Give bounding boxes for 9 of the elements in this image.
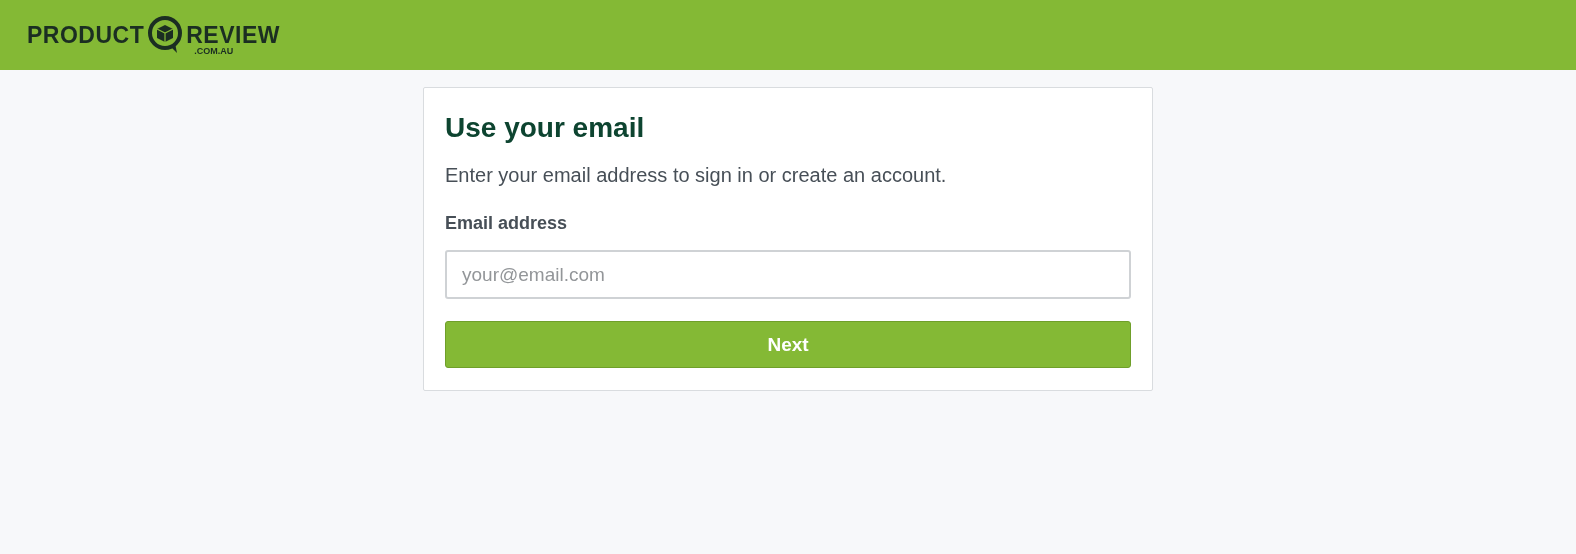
card-description: Enter your email address to sign in or create an account.: [445, 164, 947, 187]
next-button[interactable]: Next: [445, 321, 1131, 368]
speech-bubble-box-icon: [146, 15, 185, 55]
email-field[interactable]: your@email.com: [445, 250, 1131, 299]
logo-domain: .COM.AU: [194, 45, 234, 56]
field-label: Email address: [445, 213, 568, 234]
card-title: Use your email: [445, 112, 645, 144]
logo-text: REVIEW: [186, 23, 280, 47]
logo-text: PRODUCT: [27, 23, 145, 47]
